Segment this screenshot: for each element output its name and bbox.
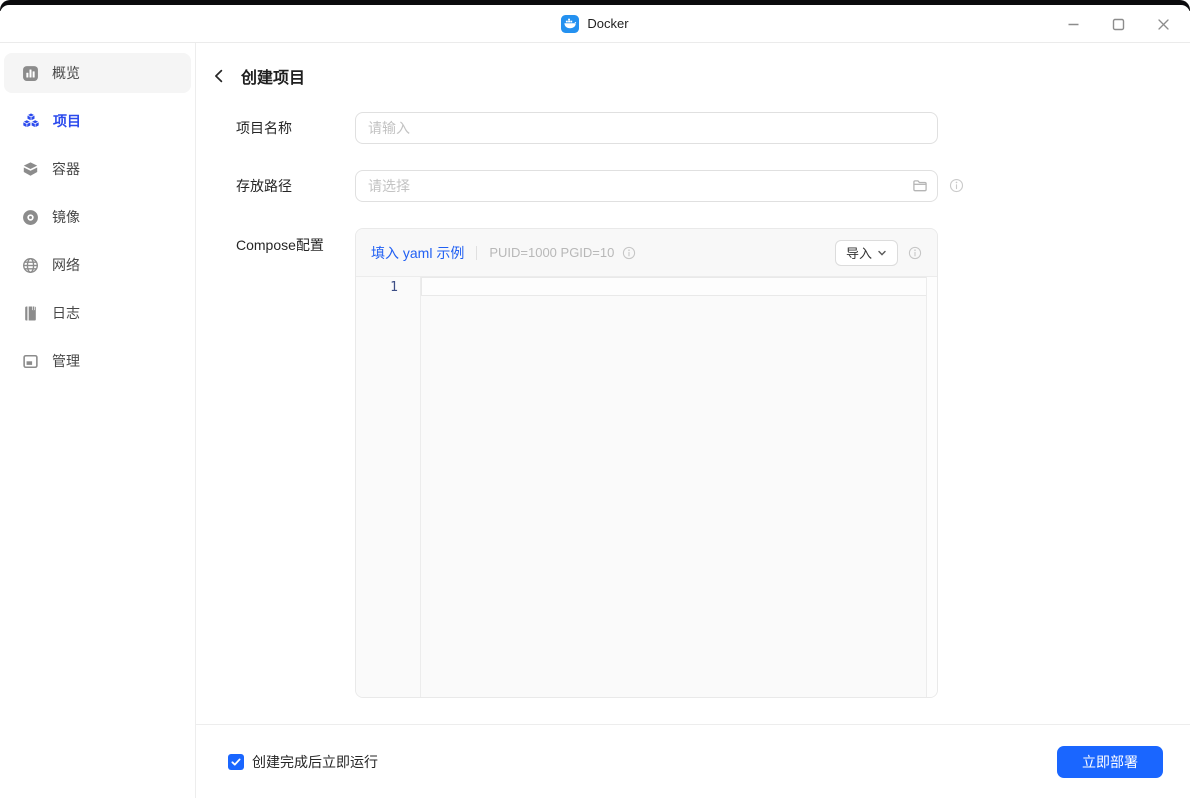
sidebar-item-label: 概览 bbox=[52, 63, 80, 83]
sidebar-item-label: 容器 bbox=[52, 159, 80, 179]
network-icon bbox=[22, 257, 39, 274]
env-hint-text: PUID=1000 PGID=10 bbox=[489, 245, 614, 260]
minimize-icon[interactable] bbox=[1060, 11, 1086, 37]
sidebar-item-manage[interactable]: 管理 bbox=[4, 341, 191, 381]
maximize-icon[interactable] bbox=[1105, 11, 1131, 37]
sidebar: 概览 项目 容器 bbox=[0, 43, 196, 798]
images-icon bbox=[22, 209, 39, 226]
window-title: Docker bbox=[587, 16, 628, 31]
storage-path-field bbox=[355, 170, 938, 202]
sidebar-item-label: 项目 bbox=[53, 111, 81, 131]
editor-active-line bbox=[421, 277, 927, 296]
sidebar-item-label: 网络 bbox=[52, 255, 80, 275]
overview-icon bbox=[22, 65, 39, 82]
import-button[interactable]: 导入 bbox=[835, 240, 898, 266]
project-name-input[interactable] bbox=[355, 112, 938, 144]
compose-config-label: Compose配置 bbox=[236, 236, 324, 254]
run-after-create-checkbox[interactable] bbox=[228, 754, 244, 770]
yaml-example-link[interactable]: 填入 yaml 示例 bbox=[371, 243, 464, 263]
sidebar-item-label: 日志 bbox=[52, 303, 80, 323]
manage-icon bbox=[22, 353, 39, 370]
import-button-label: 导入 bbox=[846, 243, 872, 262]
sidebar-item-label: 管理 bbox=[52, 351, 80, 371]
sidebar-item-network[interactable]: 网络 bbox=[4, 245, 191, 285]
page-header: 创建项目 bbox=[210, 64, 305, 88]
toolbar-divider bbox=[476, 246, 477, 260]
projects-icon bbox=[22, 112, 40, 130]
yaml-editor[interactable]: 1 bbox=[356, 277, 937, 697]
check-icon bbox=[230, 756, 242, 768]
sidebar-item-containers[interactable]: 容器 bbox=[4, 149, 191, 189]
page-title: 创建项目 bbox=[241, 64, 305, 88]
footer-bar: 创建完成后立即运行 立即部署 bbox=[196, 724, 1190, 798]
storage-path-label: 存放路径 bbox=[236, 170, 292, 202]
window-controls bbox=[1060, 5, 1176, 43]
logs-icon bbox=[22, 305, 39, 322]
app-title: Docker bbox=[561, 15, 628, 33]
docker-app-window: Docker 概览 bbox=[0, 5, 1190, 798]
back-icon[interactable] bbox=[210, 67, 228, 85]
sidebar-item-images[interactable]: 镜像 bbox=[4, 197, 191, 237]
close-icon[interactable] bbox=[1150, 11, 1176, 37]
env-hint-info-icon[interactable] bbox=[622, 246, 636, 260]
main-content: 创建项目 项目名称 存放路径 bbox=[196, 43, 1190, 798]
deploy-button[interactable]: 立即部署 bbox=[1057, 746, 1163, 778]
sidebar-item-projects[interactable]: 项目 bbox=[4, 101, 191, 141]
project-name-label: 项目名称 bbox=[236, 112, 292, 144]
compose-config-box: 填入 yaml 示例 PUID=1000 PGID=10 导入 bbox=[355, 228, 938, 698]
chevron-down-icon bbox=[877, 248, 887, 258]
storage-path-input[interactable] bbox=[355, 170, 938, 202]
editor-scrollbar-track[interactable] bbox=[927, 277, 937, 697]
sidebar-item-label: 镜像 bbox=[52, 207, 80, 227]
import-info-icon[interactable] bbox=[908, 246, 922, 260]
docker-logo-icon bbox=[561, 15, 579, 33]
sidebar-item-overview[interactable]: 概览 bbox=[4, 53, 191, 93]
sidebar-item-logs[interactable]: 日志 bbox=[4, 293, 191, 333]
editor-line-number: 1 bbox=[356, 277, 421, 697]
title-bar[interactable]: Docker bbox=[0, 5, 1190, 43]
storage-path-info-icon[interactable] bbox=[949, 178, 964, 193]
compose-toolbar: 填入 yaml 示例 PUID=1000 PGID=10 导入 bbox=[356, 229, 937, 277]
folder-icon[interactable] bbox=[912, 178, 928, 199]
run-after-create-label: 创建完成后立即运行 bbox=[252, 752, 378, 772]
containers-icon bbox=[22, 161, 39, 178]
